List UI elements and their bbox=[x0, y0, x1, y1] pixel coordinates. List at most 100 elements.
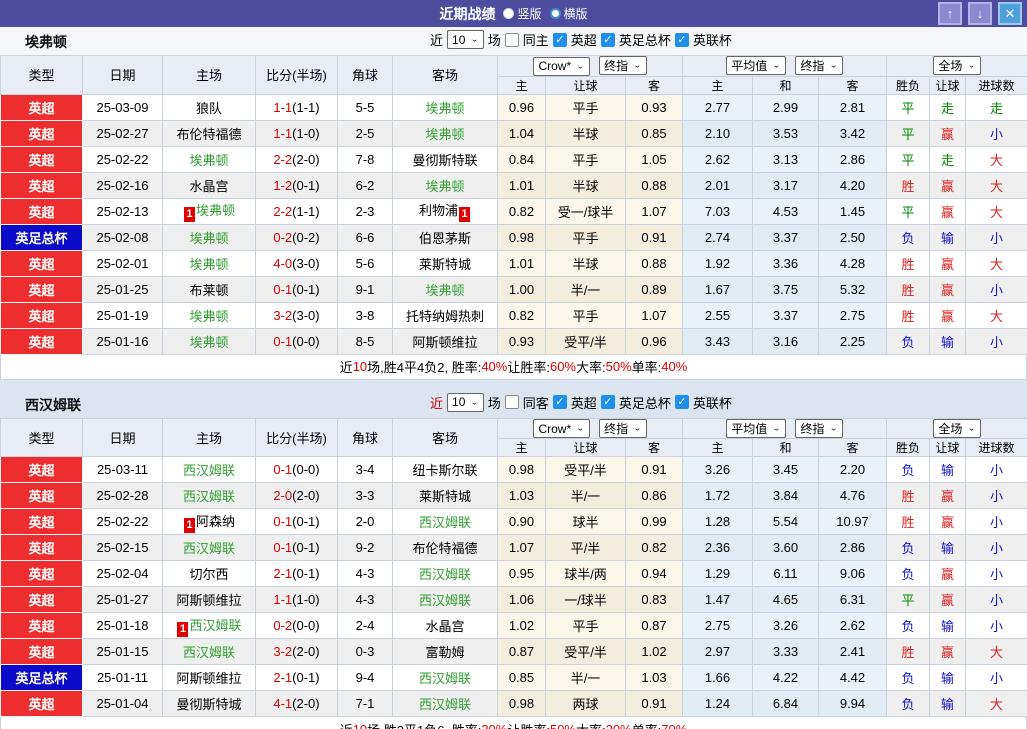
corners-cell: 8-5 bbox=[337, 327, 393, 355]
odds-away: 0.96 bbox=[625, 327, 683, 355]
league-type-badge: 英超 bbox=[0, 456, 83, 483]
chevron-down-icon: ⌄ bbox=[967, 61, 976, 71]
away-team: 莱斯特城 bbox=[392, 482, 498, 509]
score-cell: 3-2(3-0) bbox=[255, 301, 338, 329]
league-checkbox-premier[interactable]: ✓ bbox=[552, 32, 567, 47]
result-goals-value: 小 bbox=[990, 567, 1004, 582]
match-date: 25-01-04 bbox=[82, 690, 163, 717]
score-cell: 2-0(2-0) bbox=[255, 482, 338, 509]
score-cell: 4-0(3-0) bbox=[255, 249, 338, 277]
corners-cell: 2-3 bbox=[337, 197, 393, 225]
final-avg-select[interactable]: 终指 ⌄ bbox=[795, 56, 843, 76]
col-header-type: 类型 bbox=[0, 55, 83, 95]
radio-unselected-icon[interactable] bbox=[549, 8, 561, 19]
avg-home: 2.74 bbox=[682, 223, 753, 251]
odds-home: 0.95 bbox=[497, 560, 546, 587]
home-team: 西汉姆联 bbox=[162, 482, 256, 509]
avg-draw: 4.53 bbox=[752, 197, 819, 225]
avg-home: 1.29 bbox=[682, 560, 753, 587]
near-label: 近 bbox=[430, 395, 444, 411]
avg-draw: 3.60 bbox=[752, 534, 819, 561]
col-header-wdl: 胜负 bbox=[886, 438, 931, 457]
away-team-name: 莱斯特城 bbox=[418, 256, 471, 272]
arrow-up-icon: ↑ bbox=[946, 6, 954, 21]
match-row: 英超 25-01-25 布莱顿 0-1(0-1) 9-1 埃弗顿 1.00 半/一 0.89 1.… bbox=[0, 275, 1027, 303]
home-team-name: 埃弗顿 bbox=[189, 230, 229, 246]
avg-home: 2.77 bbox=[682, 93, 753, 121]
home-team: 1 西汉姆联 bbox=[162, 612, 256, 639]
home-team: 埃弗顿 bbox=[162, 327, 256, 355]
away-team: 托特纳姆热刺 bbox=[392, 301, 498, 329]
radio-selected-icon[interactable] bbox=[503, 8, 515, 19]
close-button[interactable]: ✕ bbox=[998, 2, 1022, 25]
layout-radio-horizontal[interactable]: 横版 bbox=[549, 5, 588, 22]
final-avg-select[interactable]: 终指 ⌄ bbox=[795, 418, 843, 438]
scroll-down-button[interactable]: ↓ bbox=[968, 2, 992, 25]
result-goals: 走 bbox=[965, 93, 1027, 121]
col-header-handicap-result: 让球 bbox=[929, 438, 967, 457]
score-cell: 0-2(0-2) bbox=[255, 223, 338, 251]
odds-home: 1.03 bbox=[497, 482, 546, 509]
fulltime-select[interactable]: 全场 ⌄ bbox=[933, 56, 981, 76]
team1-name: 埃弗顿 bbox=[25, 34, 67, 50]
bookmaker-select[interactable]: Crow* ⌄ bbox=[533, 56, 590, 76]
result-handicap-value: 赢 bbox=[941, 126, 955, 142]
result-handicap: 赢 bbox=[929, 171, 967, 199]
same-venue-checkbox[interactable] bbox=[504, 395, 519, 409]
scroll-up-button[interactable]: ↑ bbox=[938, 2, 962, 25]
league-checkbox-facup[interactable]: ✓ bbox=[600, 395, 615, 409]
match-row: 英超 25-01-27 阿斯顿维拉 1-1(1-0) 4-3 西汉姆联 1.06 一/球半 0.… bbox=[0, 586, 1027, 613]
result-handicap-value: 输 bbox=[941, 619, 955, 634]
away-team: 埃弗顿 bbox=[392, 93, 498, 121]
away-team-name: 西汉姆联 bbox=[418, 593, 471, 608]
away-team: 埃弗顿 bbox=[392, 119, 498, 147]
final-odds-select[interactable]: 终指 ⌄ bbox=[599, 418, 647, 438]
league-checkbox-eflcup[interactable]: ✓ bbox=[674, 32, 689, 47]
league-checkbox-eflcup[interactable]: ✓ bbox=[674, 395, 689, 409]
col-header-odds-handicap: 让球 bbox=[545, 438, 626, 457]
final-odds-select[interactable]: 终指 ⌄ bbox=[599, 56, 647, 75]
col-header-avg-home: 主 bbox=[682, 438, 753, 457]
avg-away: 2.25 bbox=[817, 327, 888, 355]
odds-away: 1.07 bbox=[625, 197, 683, 225]
odds-away: 0.91 bbox=[625, 223, 683, 251]
same-venue-checkbox[interactable] bbox=[504, 32, 519, 47]
avg-draw: 3.26 bbox=[752, 612, 819, 639]
radio-vertical-label: 竖版 bbox=[517, 7, 542, 21]
match-row: 英超 25-01-15 西汉姆联 3-2(2-0) 0-3 富勒姆 0.87 受平/半 1.02… bbox=[0, 638, 1027, 665]
home-team-name: 西汉姆联 bbox=[189, 617, 242, 633]
red-card-icon: 1 bbox=[459, 207, 470, 222]
corners-cell: 3-4 bbox=[337, 456, 393, 483]
away-team: 纽卡斯尔联 bbox=[392, 456, 498, 483]
result-handicap-value: 赢 bbox=[941, 256, 955, 272]
match-count-select[interactable]: 10 ⌄ bbox=[447, 30, 484, 49]
avg-home: 3.43 bbox=[682, 327, 753, 355]
result-handicap: 输 bbox=[929, 327, 967, 355]
average-select[interactable]: 平均值 ⌄ bbox=[726, 418, 786, 438]
bookmaker-select[interactable]: Crow* ⌄ bbox=[533, 419, 590, 438]
league-checkbox-facup[interactable]: ✓ bbox=[600, 32, 615, 47]
league-checkbox-premier[interactable]: ✓ bbox=[552, 395, 567, 409]
odds-handicap: 半/一 bbox=[545, 275, 626, 303]
check-icon: ✓ bbox=[555, 396, 565, 408]
result-handicap: 输 bbox=[929, 456, 967, 483]
match-count-select[interactable]: 10 ⌄ bbox=[447, 392, 484, 412]
odds-home: 1.01 bbox=[497, 249, 546, 277]
layout-radio-vertical[interactable]: 竖版 bbox=[503, 5, 542, 22]
check-icon: ✓ bbox=[555, 33, 565, 46]
odds-home: 0.98 bbox=[497, 690, 546, 717]
result-handicap: 赢 bbox=[929, 482, 967, 509]
corners-cell: 2-0 bbox=[337, 508, 393, 535]
fulltime-score: 0-1 bbox=[273, 333, 293, 349]
odds-away: 0.99 bbox=[625, 508, 683, 535]
avg-home: 1.28 bbox=[682, 508, 753, 535]
result-handicap-value: 赢 bbox=[941, 282, 955, 298]
average-select[interactable]: 平均值 ⌄ bbox=[726, 56, 786, 76]
result-handicap: 输 bbox=[929, 223, 967, 251]
result-wdl-value: 胜 bbox=[901, 178, 915, 194]
match-date: 25-02-08 bbox=[82, 223, 163, 251]
fulltime-select[interactable]: 全场 ⌄ bbox=[933, 418, 981, 438]
odds-home: 0.84 bbox=[497, 145, 546, 173]
match-date: 25-01-18 bbox=[82, 612, 163, 639]
away-team: 埃弗顿 bbox=[392, 171, 498, 199]
